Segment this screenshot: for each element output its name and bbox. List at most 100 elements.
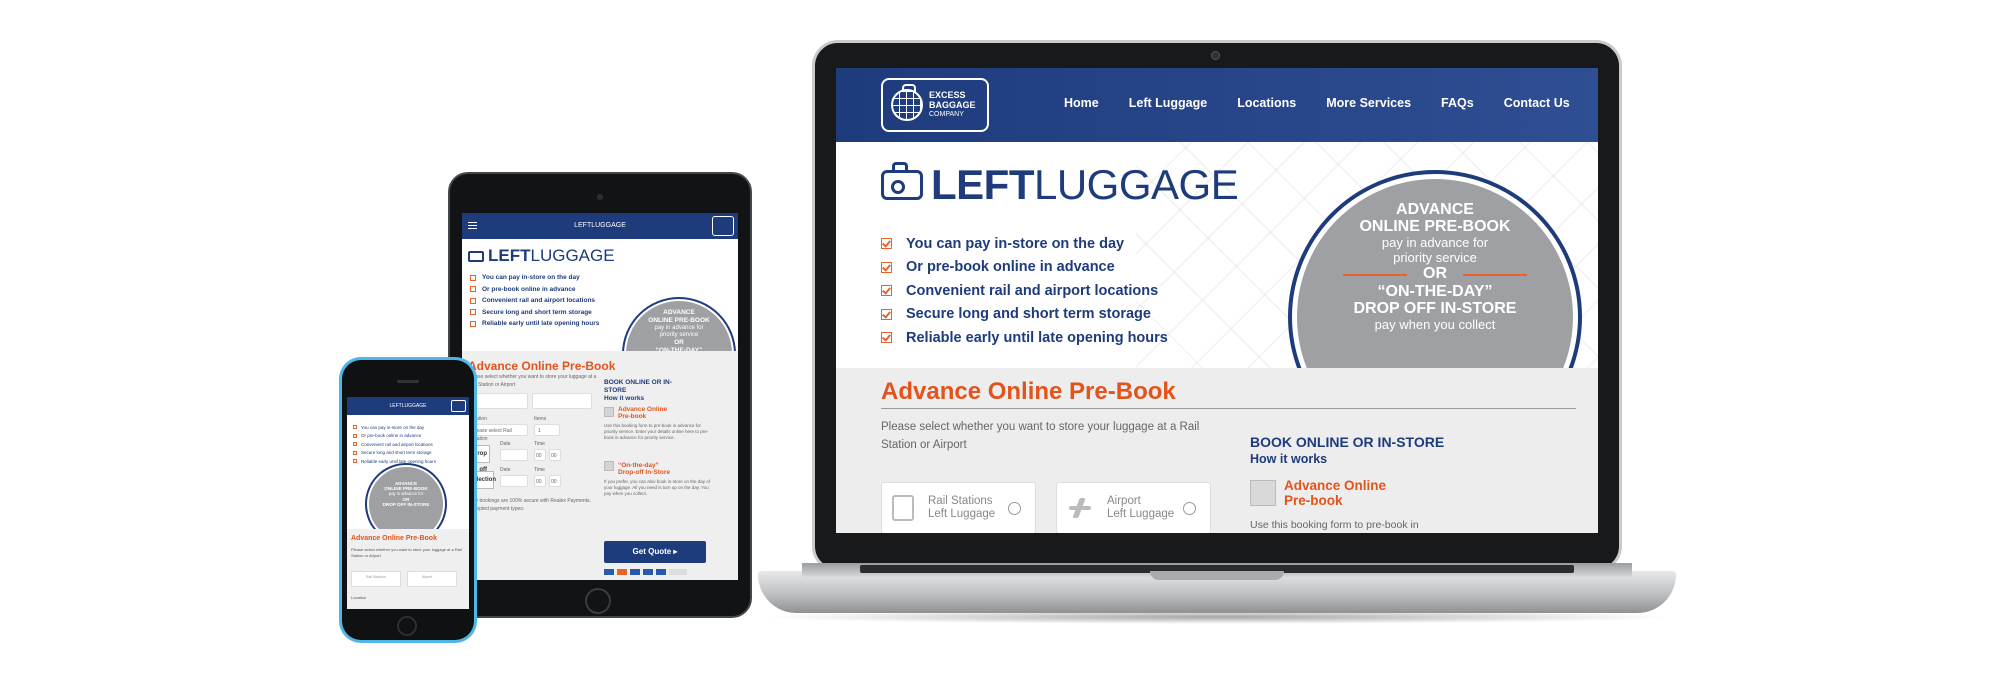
feature-text: Secure long and short term storage [906, 306, 1151, 323]
step-line: Pre-book [618, 413, 647, 420]
tablet-airport-option[interactable] [532, 393, 592, 409]
hero-section: LEFTLUGGAGE You can pay in-store on the … [836, 142, 1598, 368]
tablet-date-label: Date [500, 467, 511, 473]
tablet-booking-desc: Please select whether you want to store … [468, 374, 597, 388]
tablet-step-1-title: Advance Online Pre-book [618, 406, 667, 420]
feature-text: Or pre-book online in advance [906, 259, 1115, 276]
nav-home[interactable]: Home [1064, 96, 1099, 110]
tablet-dropoff-hour[interactable]: 00 [534, 449, 546, 461]
feature-text: You can pay in-store on the day [361, 424, 425, 430]
booking-description: Please select whether you want to store … [881, 421, 1200, 451]
card-icon [630, 569, 640, 575]
step-line: “On-the-day” [618, 462, 659, 469]
feature-item: Reliable early until late opening hours [353, 457, 436, 466]
main-nav: Home Left Luggage Locations More Service… [1064, 96, 1598, 110]
feature-text: Reliable early until late opening hours [482, 320, 600, 328]
booking-divider [881, 408, 1576, 409]
checkbox-icon [353, 442, 357, 447]
phone-booking-desc: Please select whether you want to store … [351, 547, 462, 558]
tablet-date-label: Date [500, 441, 511, 447]
phone-rail-option[interactable]: Rail Stations [351, 571, 401, 587]
phone-home-button [397, 616, 417, 636]
step-1-line-1: Advance Online [1284, 478, 1387, 493]
tablet-dropoff-minute[interactable]: 00 [549, 449, 561, 461]
title-bold: LEFT [931, 161, 1034, 208]
circle-line-4: priority service [659, 332, 699, 338]
rail-radio[interactable] [1008, 502, 1021, 515]
get-quote-button[interactable]: Get Quote ▸ [604, 541, 706, 563]
title-bold: LEFT [488, 246, 531, 265]
nav-locations[interactable]: Locations [1237, 96, 1296, 110]
circle-line-5: “ON-THE-DAY” [1377, 283, 1493, 300]
logo-line-1: EXCESS [929, 90, 966, 100]
feature-text: Convenient rail and airport locations [361, 441, 433, 447]
checkbox-icon [470, 320, 476, 327]
feature-item: Or pre-book online in advance [881, 256, 1168, 280]
circle-line-7: pay when you collect [1374, 317, 1496, 332]
how-sub: How it works [604, 395, 645, 402]
airport-option[interactable]: Airport Left Luggage [1056, 482, 1211, 533]
feature-text: Reliable early until late opening hours [906, 329, 1168, 346]
payment-cards [604, 569, 687, 575]
card-icon [604, 569, 614, 575]
nav-contact-us[interactable]: Contact Us [1504, 96, 1570, 110]
logo-line-2: BAGGAGE [929, 100, 976, 110]
tablet-camera [597, 194, 603, 200]
page-title: LEFTLUGGAGE [881, 161, 1239, 208]
tablet-items-select[interactable]: 1 [534, 424, 560, 436]
how-heading-line-1: BOOK ONLINE OR IN- [604, 379, 672, 386]
title-light: LUGGAGE [1033, 161, 1239, 208]
option-sublabel: Left Luggage [1107, 508, 1175, 520]
tablet-location-select[interactable]: Please select Rail Station [468, 424, 528, 442]
feature-item: Reliable early until late opening hours [470, 318, 599, 330]
circle-or: OR [674, 339, 684, 346]
rail-stations-option[interactable]: Rail Stations Left Luggage [881, 482, 1036, 533]
checkbox-icon [353, 425, 357, 430]
feature-item: Reliable early until late opening hours [881, 326, 1168, 350]
logo-line-3: COMPANY [929, 111, 964, 118]
step-1-description: Use this booking form to pre-book in adv… [1250, 519, 1419, 531]
booking-section: Advance Online Pre-Book Please select wh… [836, 368, 1598, 533]
tablet-time-label: Time [534, 467, 545, 473]
tablet-collection-hour[interactable]: 00 [534, 475, 546, 487]
feature-text: You can pay in-store on the day [482, 274, 580, 282]
feature-list: You can pay in-store on the day Or pre-b… [881, 232, 1168, 350]
circle-or: OR [1297, 265, 1573, 283]
checkbox-icon [881, 332, 892, 344]
feature-text: Convenient rail and airport locations [906, 282, 1159, 299]
feature-text: Or pre-book online in advance [482, 285, 576, 293]
laptop-screen: EXCESS BAGGAGE COMPANY Home Left Luggage… [836, 68, 1598, 533]
site-logo[interactable]: EXCESS BAGGAGE COMPANY [881, 78, 989, 132]
tablet-step-2-desc: If you prefer, you can also book in-stor… [604, 479, 711, 496]
nav-left-luggage[interactable]: Left Luggage [1129, 96, 1207, 110]
menu-icon[interactable] [468, 222, 477, 229]
step-2-icon [604, 461, 614, 471]
circle-line-1: ADVANCE [663, 309, 695, 316]
step-1-icon [604, 407, 614, 417]
luggage-tag-icon [468, 250, 484, 262]
phone-airport-option[interactable]: Airport [407, 571, 457, 587]
luggage-tag-icon [881, 162, 923, 200]
time-value: 00 [536, 453, 542, 459]
option-label: Rail Stations [366, 575, 386, 579]
feature-text: Reliable early until late opening hours [361, 458, 437, 464]
tablet-rail-option[interactable] [468, 393, 528, 409]
plane-icon [1067, 495, 1093, 521]
card-icon [669, 569, 687, 575]
circle-line-3: pay in advance for [654, 325, 704, 331]
feature-text: Secure long and short term storage [482, 308, 592, 316]
how-heading: BOOK ONLINE OR IN-STORE [1250, 434, 1445, 450]
phone-header-logo[interactable]: LEFTLUGGAGE [390, 403, 427, 409]
tablet-dropoff-date[interactable] [500, 449, 528, 461]
tablet-collection-date[interactable] [500, 475, 528, 487]
phone-location-label: Location [351, 595, 367, 600]
airport-radio[interactable] [1183, 502, 1196, 515]
get-quote-label: Get Quote [632, 547, 672, 556]
tablet-header-logo[interactable]: LEFTLUGGAGE [574, 222, 626, 229]
tablet-step-1-desc: Use this booking form to pre-book in adv… [604, 423, 709, 440]
tablet-collection-minute[interactable]: 00 [549, 475, 561, 487]
nav-faqs[interactable]: FAQs [1441, 96, 1474, 110]
checkbox-icon [470, 297, 476, 304]
nav-more-services[interactable]: More Services [1326, 96, 1411, 110]
how-heading-line-2: STORE [604, 387, 627, 394]
